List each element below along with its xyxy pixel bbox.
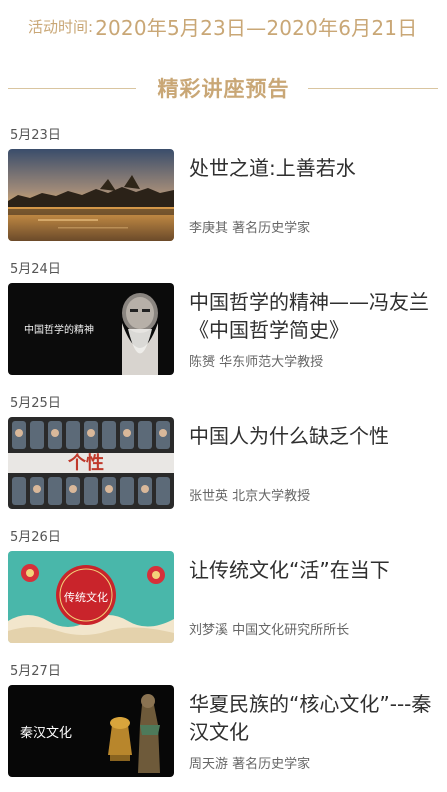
- lecture-speaker: 李庚其 著名历史学家: [189, 221, 311, 236]
- section-header: 精彩讲座预告: [0, 70, 447, 106]
- lecture-date: 5月26日: [10, 530, 61, 545]
- lake-sunset-image-art: [8, 149, 174, 241]
- lake-sunset-image[interactable]: [8, 149, 174, 241]
- lecture-item[interactable]: 5月23日 处世之道:上善若水 李庚其 著名历史学家: [0, 112, 447, 246]
- thumb-caption: 个性: [67, 452, 104, 474]
- lecture-item[interactable]: 5月26日 传统文化 让传统文化“活”在当下 刘梦溪 中国文化研究所所长: [0, 514, 447, 648]
- lecture-item[interactable]: 5月27日 秦汉文化 华夏民族的“核心文化”---秦汉文化 周天游 著名历史学家: [0, 648, 447, 782]
- lecture-date: 5月24日: [10, 262, 61, 277]
- thumb-caption: 传统文化: [64, 590, 108, 604]
- lecture-date: 5月25日: [10, 396, 61, 411]
- lecture-title[interactable]: 华夏民族的“核心文化”---秦汉文化: [189, 690, 439, 746]
- qin-han-artifacts-image[interactable]: 秦汉文化: [8, 685, 174, 777]
- thumb-caption: 中国哲学的精神: [24, 323, 94, 336]
- lecture-item[interactable]: 5月25日 个性 中国人为什么缺乏个性 张世英 北京大学教授: [0, 380, 447, 514]
- philosopher-portrait-image[interactable]: 中国哲学的精神: [8, 283, 174, 375]
- philosopher-portrait-art: 中国哲学的精神: [8, 283, 174, 375]
- lecture-speaker: 陈赟 华东师范大学教授: [189, 355, 324, 370]
- section-title: 精彩讲座预告: [157, 77, 290, 101]
- activity-date-range: 2020年5月23日—2020年6月21日: [95, 15, 418, 40]
- qin-han-artifacts-art: 秦汉文化: [8, 685, 174, 777]
- lecture-title[interactable]: 中国哲学的精神——冯友兰《中国哲学简史》: [189, 288, 439, 344]
- divider-right: [308, 88, 438, 89]
- lecture-speaker: 周天游 著名历史学家: [189, 757, 311, 772]
- traditional-culture-image[interactable]: 传统文化: [8, 551, 174, 643]
- thumb-caption: 秦汉文化: [20, 726, 72, 741]
- lecture-title[interactable]: 让传统文化“活”在当下: [189, 556, 439, 584]
- lecture-speaker: 刘梦溪 中国文化研究所所长: [189, 623, 350, 638]
- lecture-date: 5月23日: [10, 128, 61, 143]
- lecture-title[interactable]: 处世之道:上善若水: [189, 154, 439, 182]
- activity-label: 活动时间:: [28, 17, 94, 36]
- activity-period: 活动时间: 2020年5月23日—2020年6月21日: [0, 0, 447, 52]
- subway-passengers-art: 个性: [8, 417, 174, 509]
- traditional-culture-art: 传统文化: [8, 551, 174, 643]
- divider-left: [8, 88, 136, 89]
- subway-passengers-image[interactable]: 个性: [8, 417, 174, 509]
- lecture-speaker: 张世英 北京大学教授: [189, 489, 311, 504]
- lecture-title[interactable]: 中国人为什么缺乏个性: [189, 422, 439, 450]
- lecture-list: 5月23日 处世之道:上善若水 李庚其 著名历史学家 5月24日 中国哲学的精神…: [0, 112, 447, 782]
- lecture-date: 5月27日: [10, 664, 61, 679]
- lecture-item[interactable]: 5月24日 中国哲学的精神 中国哲学的精神——冯友兰《中国哲学简史》 陈赟 华东…: [0, 246, 447, 380]
